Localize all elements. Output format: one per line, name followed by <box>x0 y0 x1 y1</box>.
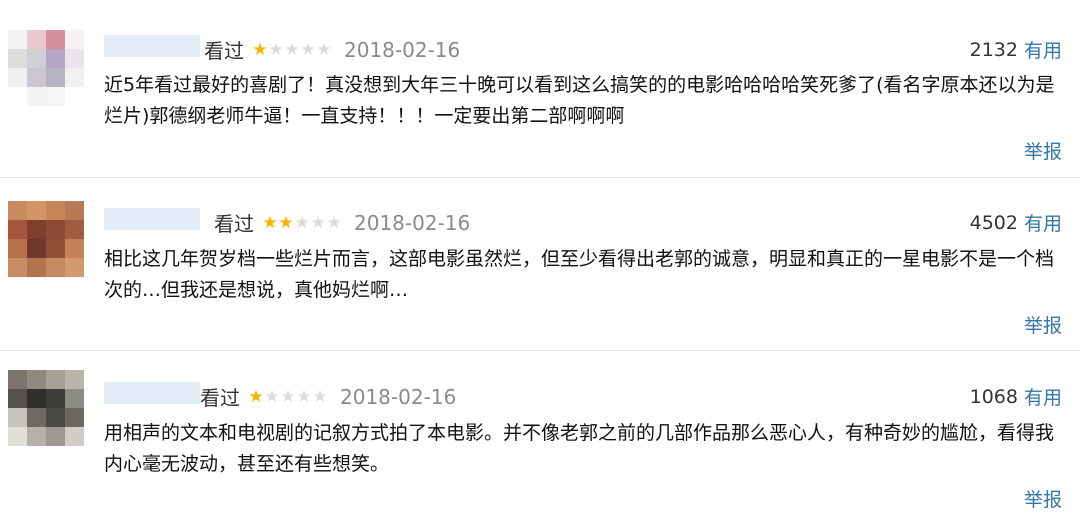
avatar-pixel <box>8 49 27 68</box>
star-empty-icon: ★ <box>296 386 312 407</box>
avatar-pixel <box>8 30 27 49</box>
avatar-pixel <box>46 239 65 258</box>
avatar-pixel <box>8 389 27 408</box>
avatar-pixel <box>46 220 65 239</box>
avatar-pixel <box>27 220 46 239</box>
useful-count: 1068 <box>969 385 1018 408</box>
avatar-pixel <box>8 427 27 446</box>
star-filled-icon: ★ <box>248 386 264 407</box>
watch-status: 看过 <box>204 39 244 63</box>
report-button[interactable]: 举报 <box>1024 137 1062 164</box>
avatar-pixel <box>65 239 84 258</box>
star-empty-icon: ★ <box>268 39 284 60</box>
star-filled-icon: ★ <box>252 39 268 60</box>
avatar-pixel <box>27 389 46 408</box>
review-content: 近5年看过最好的喜剧了！真没想到大年三十晚可以看到这么搞笑的的电影哈哈哈哈笑死爹… <box>104 74 1055 127</box>
useful-count: 4502 <box>969 211 1018 234</box>
useful-button[interactable]: 有用 <box>1024 383 1062 410</box>
avatar[interactable] <box>8 201 84 277</box>
star-empty-icon: ★ <box>284 39 300 60</box>
avatar-pixel <box>8 201 27 220</box>
avatar-pixel <box>65 258 84 277</box>
useful-vote: 1068 有用 <box>970 383 1062 410</box>
avatar-pixel <box>65 68 84 87</box>
avatar[interactable] <box>8 370 84 446</box>
review-date: 2018-02-16 <box>354 210 471 235</box>
avatar-pixel <box>65 370 84 389</box>
username-blurred[interactable] <box>104 208 200 230</box>
avatar-pixel <box>27 49 46 68</box>
avatar-pixel <box>8 370 27 389</box>
avatar-pixel <box>8 87 27 106</box>
review-content: 相比这几年贺岁档一些烂片而言，这部电影虽然烂，但至少看得出老郭的诚意，明显和真正… <box>104 248 1055 301</box>
avatar-pixel <box>27 68 46 87</box>
useful-button[interactable]: 有用 <box>1024 36 1062 63</box>
avatar-pixel <box>46 427 65 446</box>
divider <box>0 177 1080 178</box>
avatar-pixel <box>65 427 84 446</box>
avatar-pixel <box>27 239 46 258</box>
avatar-pixel <box>46 30 65 49</box>
avatar-pixel <box>46 68 65 87</box>
watch-status: 看过 <box>200 386 240 410</box>
avatar[interactable] <box>8 30 84 106</box>
username-blurred[interactable] <box>104 382 200 404</box>
avatar-pixel <box>8 68 27 87</box>
star-filled-icon: ★ <box>262 212 278 233</box>
useful-vote: 2132 有用 <box>970 36 1062 63</box>
divider <box>0 350 1080 351</box>
review-meta: 看过 ★ ★ ★ ★ ★ 2018-02-16 <box>200 382 456 411</box>
avatar-pixel <box>46 389 65 408</box>
avatar-pixel <box>8 408 27 427</box>
review-date: 2018-02-16 <box>344 37 461 62</box>
rating-stars: ★ ★ ★ ★ ★ <box>252 40 332 60</box>
avatar-pixel <box>27 87 46 106</box>
avatar-pixel <box>27 370 46 389</box>
star-empty-icon: ★ <box>316 39 332 60</box>
useful-vote: 4502 有用 <box>970 209 1062 236</box>
avatar-pixel <box>65 220 84 239</box>
star-empty-icon: ★ <box>264 386 280 407</box>
username-blurred[interactable] <box>104 35 200 57</box>
avatar-pixel <box>27 30 46 49</box>
report-button[interactable]: 举报 <box>1024 311 1062 338</box>
star-empty-icon: ★ <box>310 212 326 233</box>
avatar-pixel <box>27 258 46 277</box>
avatar-pixel <box>46 408 65 427</box>
watch-status: 看过 <box>214 212 254 236</box>
review-date: 2018-02-16 <box>340 384 457 409</box>
avatar-pixel <box>65 30 84 49</box>
review-meta: 看过 ★ ★ ★ ★ ★ 2018-02-16 <box>204 35 460 64</box>
avatar-pixel <box>46 258 65 277</box>
avatar-pixel <box>8 220 27 239</box>
star-empty-icon: ★ <box>326 212 342 233</box>
avatar-pixel <box>27 201 46 220</box>
avatar-pixel <box>27 427 46 446</box>
avatar-pixel <box>27 408 46 427</box>
report-button[interactable]: 举报 <box>1024 485 1062 512</box>
avatar-pixel <box>65 87 84 106</box>
avatar-pixel <box>46 87 65 106</box>
star-empty-icon: ★ <box>300 39 316 60</box>
useful-count: 2132 <box>969 38 1018 61</box>
star-empty-icon: ★ <box>312 386 328 407</box>
review-meta: 看过 ★ ★ ★ ★ ★ 2018-02-16 <box>214 208 470 237</box>
useful-button[interactable]: 有用 <box>1024 209 1062 236</box>
avatar-pixel <box>65 389 84 408</box>
star-empty-icon: ★ <box>294 212 310 233</box>
avatar-pixel <box>8 258 27 277</box>
avatar-pixel <box>65 201 84 220</box>
star-empty-icon: ★ <box>280 386 296 407</box>
avatar-pixel <box>46 201 65 220</box>
star-filled-icon: ★ <box>278 212 294 233</box>
rating-stars: ★ ★ ★ ★ ★ <box>262 213 342 233</box>
rating-stars: ★ ★ ★ ★ ★ <box>248 387 328 407</box>
avatar-pixel <box>46 370 65 389</box>
avatar-pixel <box>46 49 65 68</box>
avatar-pixel <box>65 49 84 68</box>
avatar-pixel <box>65 408 84 427</box>
review-content: 用相声的文本和电视剧的记叙方式拍了本电影。并不像老郭之前的几部作品那么恶心人，有… <box>104 422 1055 475</box>
avatar-pixel <box>8 239 27 258</box>
